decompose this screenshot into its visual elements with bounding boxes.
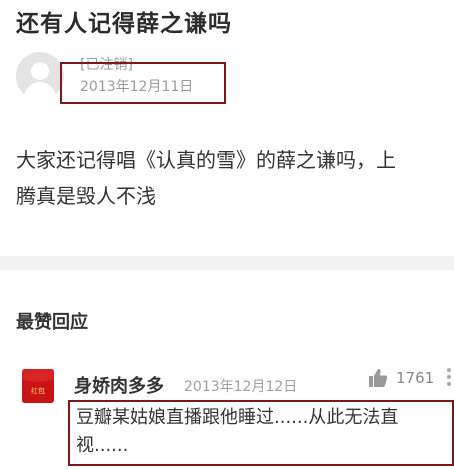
post-title: 还有人记得薛之谦吗 [16,11,232,37]
comment-highlight-box [68,400,454,466]
comment-username[interactable]: 身娇肉多多 [74,372,164,398]
top-replies-heading: 最赞回应 [16,312,88,333]
section-divider [0,256,454,270]
comment-date: 2013年12月12日 [184,379,298,395]
red-envelope-icon: 红包 [22,369,54,403]
avatar-label: 红包 [31,386,45,395]
default-user-icon [16,52,64,100]
date-highlight-box [60,62,226,104]
thumbs-up-icon [369,369,388,387]
like-button[interactable]: 1761 [368,368,434,388]
post-body-line: 腾真是毁人不浅 [16,184,156,208]
post-body: 大家还记得唱《认真的雪》的薛之谦吗，上 腾真是毁人不浅 [16,142,454,214]
more-dots-icon[interactable] [444,366,454,388]
post-body-line: 大家还记得唱《认真的雪》的薛之谦吗，上 [16,148,396,172]
like-count: 1761 [396,369,435,387]
comment-avatar[interactable]: 红包 [22,369,54,403]
page: 还有人记得薛之谦吗 [已注销] 2013年12月11日 大家还记得唱《认真的雪》… [0,0,454,469]
author-avatar[interactable] [16,52,64,100]
